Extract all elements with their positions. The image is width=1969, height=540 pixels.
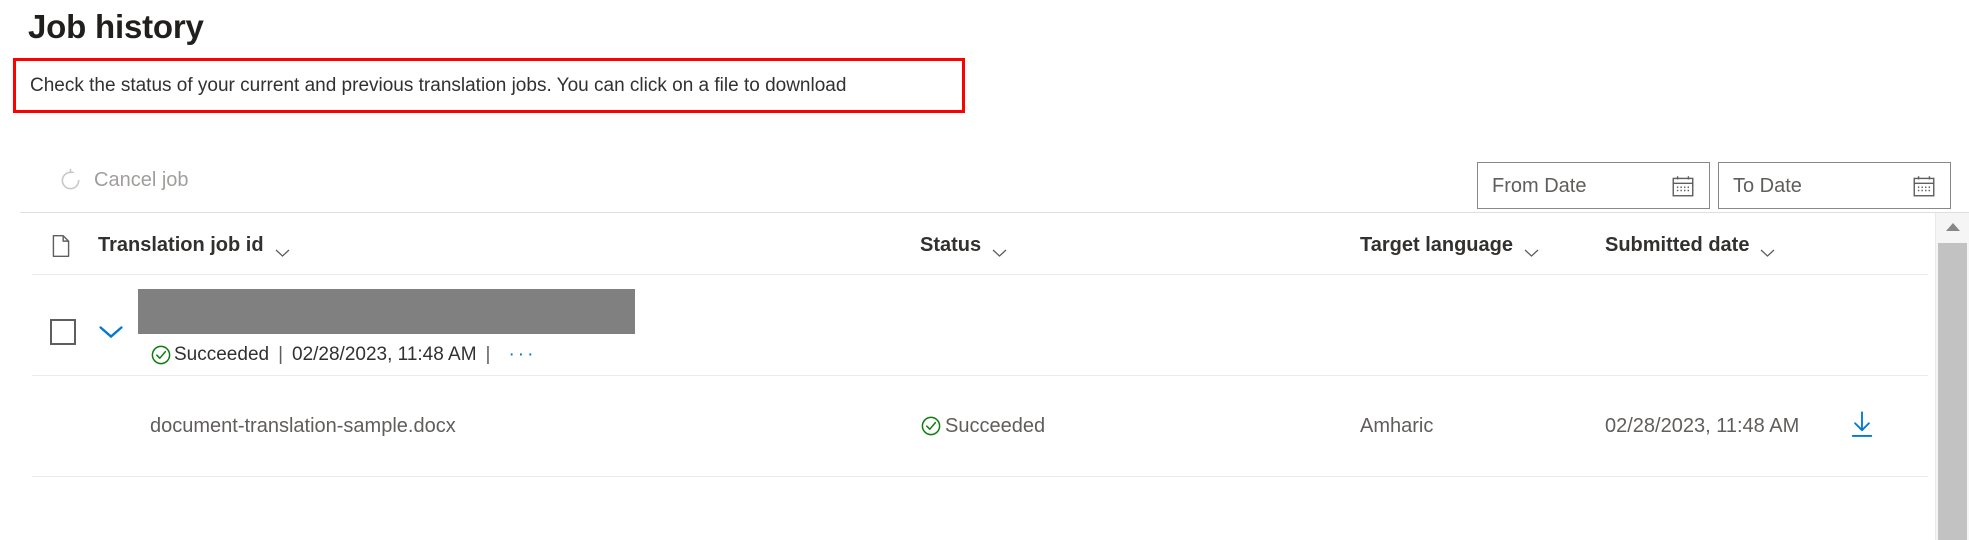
job-summary-line: Succeeded | 02/28/2023, 11:48 AM | ··· [150,343,536,367]
status-separator: | [278,344,284,365]
from-date-field[interactable]: From Date [1477,162,1710,209]
chevron-down-icon [1523,240,1540,257]
cancel-job-button[interactable]: Cancel job [52,156,195,204]
chevron-down-icon [274,240,291,257]
success-check-icon [150,344,172,366]
row-select-checkbox[interactable] [50,319,76,345]
file-submitted-date-cell: 02/28/2023, 11:48 AM [1605,415,1800,437]
column-header-status[interactable]: Status [920,233,1008,257]
command-bar: Cancel job From Date To Date [0,148,1969,212]
chevron-down-icon [991,240,1008,257]
success-check-icon [920,415,942,437]
scrollbar-thumb[interactable] [1938,243,1967,540]
cancel-job-label: Cancel job [94,169,189,191]
column-header-submitted-date-label: Submitted date [1605,234,1750,256]
job-history-page: Job history Check the status of your cur… [0,0,1969,540]
chevron-down-icon [1759,240,1776,257]
vertical-scrollbar[interactable] [1935,213,1969,540]
column-header-status-label: Status [920,234,982,256]
file-name-cell[interactable]: document-translation-sample.docx [150,412,456,440]
description-highlight-box: Check the status of your current and pre… [13,58,965,113]
column-header-job-id[interactable]: Translation job id [98,233,291,257]
job-id-redacted-bar [138,289,635,334]
table-header-row: Translation job id Status Target languag… [0,213,1928,275]
row-overflow-menu-button[interactable]: ··· [499,343,536,367]
to-date-placeholder: To Date [1733,174,1802,197]
page-title: Job history [28,8,204,45]
date-separator: | [485,344,491,365]
job-history-list: Translation job id Status Target languag… [0,213,1969,540]
cancel-circular-arrow-icon [58,168,83,193]
row-divider [32,476,1928,477]
table-row[interactable]: document-translation-sample.docx Succeed… [0,376,1928,477]
column-header-target-language-label: Target language [1360,234,1513,256]
column-header-submitted-date[interactable]: Submitted date [1605,233,1776,257]
calendar-icon[interactable] [1909,171,1939,201]
column-header-target-language[interactable]: Target language [1360,233,1540,257]
row-expand-chevron-icon[interactable] [98,321,124,343]
to-date-field[interactable]: To Date [1718,162,1951,209]
date-filter-group: From Date To Date [1477,162,1951,209]
job-status-text: Succeeded [174,344,270,365]
download-icon[interactable] [1848,410,1876,440]
table-row[interactable]: Succeeded | 02/28/2023, 11:48 AM | ··· [0,275,1928,376]
file-status-cell: Succeeded [920,412,1045,440]
file-target-language-cell: Amharic [1360,415,1434,437]
job-submitted-date: 02/28/2023, 11:48 AM [292,344,477,365]
column-header-job-id-label: Translation job id [98,234,264,256]
page-description: Check the status of your current and pre… [30,74,847,96]
calendar-icon[interactable] [1668,171,1698,201]
file-status-text: Succeeded [945,415,1046,437]
document-icon [48,231,74,261]
scroll-up-arrow-icon[interactable] [1936,213,1969,241]
from-date-placeholder: From Date [1492,174,1587,197]
